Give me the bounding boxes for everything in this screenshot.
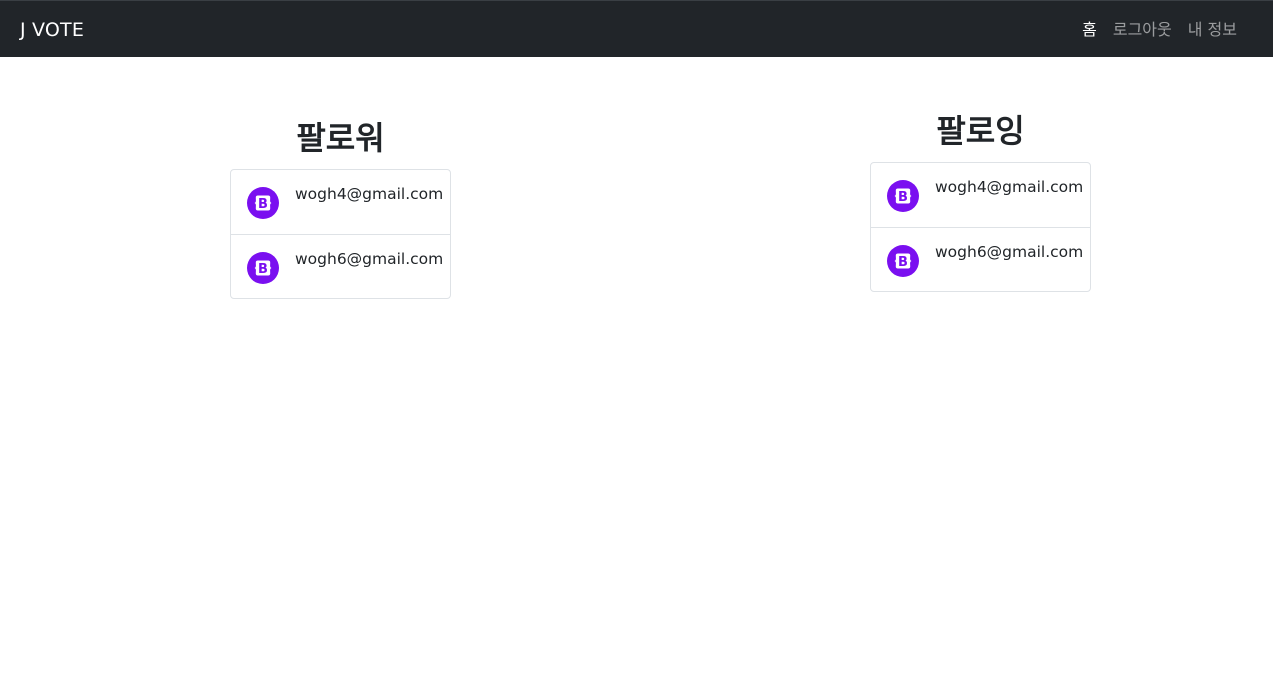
nav-home-link[interactable]: 홈	[1082, 19, 1097, 41]
bootstrap-logo-icon: B	[887, 245, 919, 277]
following-title: 팔로잉	[936, 112, 1025, 150]
following-email: wogh4@gmail.com	[935, 178, 1084, 196]
follower-item[interactable]: B wogh4@gmail.com	[231, 170, 450, 234]
followers-list: B wogh4@gmail.com B wogh6@gmail.com	[230, 169, 451, 299]
nav-logout-link[interactable]: 로그아웃	[1113, 19, 1172, 41]
following-item[interactable]: B wogh6@gmail.com	[871, 227, 1090, 291]
followers-section: 팔로워 B wogh4@gmail.com B wogh6@gmail.com	[230, 119, 451, 299]
bootstrap-logo-icon: B	[247, 187, 279, 219]
svg-text:B: B	[898, 190, 908, 205]
follower-email: wogh4@gmail.com	[295, 185, 444, 203]
nav-links: 홈 로그아웃 내 정보	[1082, 19, 1237, 41]
bootstrap-logo-icon: B	[247, 252, 279, 284]
svg-text:B: B	[258, 262, 268, 277]
follower-email: wogh6@gmail.com	[295, 250, 444, 268]
followers-title: 팔로워	[296, 119, 385, 157]
svg-text:B: B	[898, 255, 908, 270]
svg-text:B: B	[258, 197, 268, 212]
top-navbar: J VOTE 홈 로그아웃 내 정보	[0, 0, 1273, 57]
following-list: B wogh4@gmail.com B wogh6@gmail.com	[870, 162, 1091, 292]
follower-item[interactable]: B wogh6@gmail.com	[231, 234, 450, 298]
following-email: wogh6@gmail.com	[935, 243, 1084, 261]
following-item[interactable]: B wogh4@gmail.com	[871, 163, 1090, 227]
following-section: 팔로잉 B wogh4@gmail.com B wogh6@gmail.com	[870, 112, 1091, 292]
bootstrap-logo-icon: B	[887, 180, 919, 212]
brand-link[interactable]: J VOTE	[20, 18, 84, 42]
nav-my-info-link[interactable]: 내 정보	[1188, 19, 1237, 41]
